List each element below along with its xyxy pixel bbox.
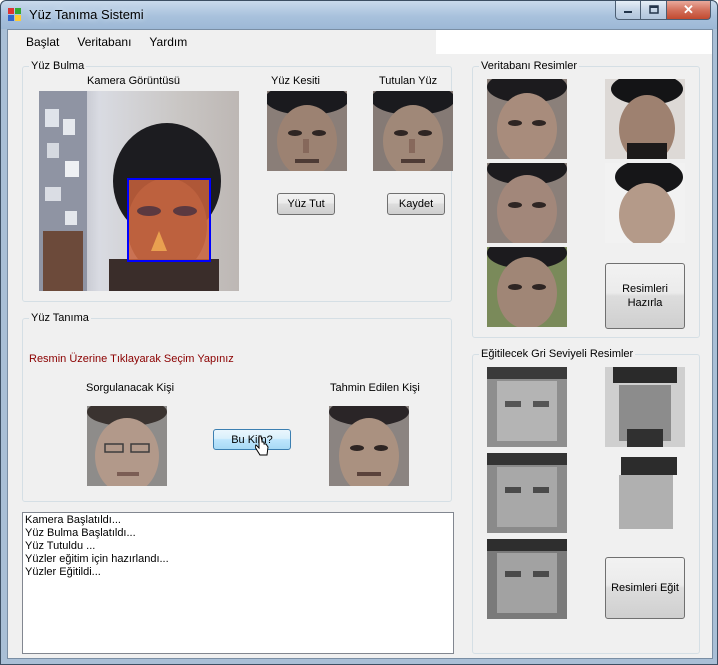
held-face-photo <box>373 91 453 171</box>
train-face-image-4[interactable] <box>605 453 685 533</box>
training-images-group: Eğitilecek Gri Seviyeli Resimler Resimle… <box>472 347 700 654</box>
title-bar[interactable]: Yüz Tanıma Sistemi ✕ <box>1 1 717 29</box>
train-face-photo <box>605 367 685 447</box>
train-face-photo <box>487 453 567 533</box>
caption-buttons: ✕ <box>615 1 711 20</box>
face-slice-image[interactable] <box>267 91 347 171</box>
maximize-button[interactable] <box>641 1 667 20</box>
prepare-images-button-label: Resimleri Hazırla <box>622 283 668 309</box>
log-line: Yüz Tutuldu ... <box>25 540 96 552</box>
grab-face-button[interactable]: Yüz Tut <box>277 193 335 215</box>
train-images-button[interactable]: Resimleri Eğit <box>605 557 685 619</box>
menu-baslat[interactable]: Başlat <box>17 30 68 54</box>
query-person-label: Sorgulanacak Kişi <box>86 382 175 394</box>
app-icon <box>8 8 22 22</box>
db-face-photo <box>605 163 685 243</box>
client-area: Başlat Veritabanı Yardım Yüz Bulma Kamer… <box>7 29 713 659</box>
log-line: Kamera Başlatıldı... <box>25 514 121 526</box>
app-window: Yüz Tanıma Sistemi ✕ Başlat Veritabanı Y… <box>0 0 718 665</box>
face-detection-group: Yüz Bulma Kamera Görüntüsü Yüz Kesiti Tu… <box>22 59 453 302</box>
predicted-person-label: Tahmin Edilen Kişi <box>330 382 420 394</box>
camera-feed[interactable] <box>39 91 239 291</box>
menu-bar: Başlat Veritabanı Yardım <box>8 30 436 54</box>
mouse-cursor-icon <box>255 435 269 456</box>
db-face-image-2[interactable] <box>605 79 685 159</box>
db-face-photo <box>487 79 567 159</box>
face-slice-photo <box>267 91 347 171</box>
face-recognition-group: Yüz Tanıma Resmin Üzerine Tıklayarak Seç… <box>22 311 452 502</box>
face-detection-title: Yüz Bulma <box>29 59 87 73</box>
train-face-image-3[interactable] <box>487 453 567 533</box>
log-line: Yüzler eğitim için hazırlandı... <box>25 553 169 565</box>
database-images-title: Veritabanı Resimler <box>479 59 579 73</box>
held-face-image[interactable] <box>373 91 453 171</box>
face-slice-label: Yüz Kesiti <box>271 75 320 87</box>
log-line: Yüzler Eğitildi... <box>25 566 101 578</box>
db-face-photo <box>605 79 685 159</box>
close-button[interactable]: ✕ <box>667 1 711 20</box>
db-face-photo <box>487 247 567 327</box>
db-face-photo <box>487 163 567 243</box>
db-face-image-1[interactable] <box>487 79 567 159</box>
maximize-icon <box>648 5 659 14</box>
db-face-image-3[interactable] <box>487 163 567 243</box>
minimize-button[interactable] <box>615 1 641 20</box>
menu-bar-blank <box>436 30 712 54</box>
predicted-face-photo <box>329 406 409 486</box>
query-face-photo <box>87 406 167 486</box>
window-title: Yüz Tanıma Sistemi <box>29 7 144 22</box>
face-recognition-title: Yüz Tanıma <box>29 311 91 325</box>
held-face-label: Tutulan Yüz <box>379 75 438 87</box>
close-icon: ✕ <box>683 2 694 17</box>
predicted-face-image[interactable] <box>329 406 409 486</box>
log-line: Yüz Bulma Başlatıldı... <box>25 527 136 539</box>
train-face-image-5[interactable] <box>487 539 567 619</box>
minimize-icon <box>624 11 632 13</box>
prepare-images-button[interactable]: Resimleri Hazırla <box>605 263 685 329</box>
train-face-photo <box>487 539 567 619</box>
menu-yardim[interactable]: Yardım <box>140 30 196 54</box>
who-is-this-button[interactable]: Bu Kim? <box>213 429 291 450</box>
training-images-title: Eğitilecek Gri Seviyeli Resimler <box>479 347 636 361</box>
db-face-image-5[interactable] <box>487 247 567 327</box>
selection-hint: Resmin Üzerine Tıklayarak Seçim Yapınız <box>29 353 234 365</box>
train-face-image-2[interactable] <box>605 367 685 447</box>
query-face-image[interactable] <box>87 406 167 486</box>
camera-label: Kamera Görüntüsü <box>87 75 180 87</box>
log-textbox[interactable]: Kamera Başlatıldı... Yüz Bulma Başlatıld… <box>22 512 454 654</box>
db-face-image-4[interactable] <box>605 163 685 243</box>
train-face-photo <box>487 367 567 447</box>
train-face-photo <box>605 453 685 533</box>
camera-frame <box>39 91 221 291</box>
database-images-group: Veritabanı Resimler Resimleri Hazırla <box>472 59 700 338</box>
menu-veritabani[interactable]: Veritabanı <box>68 30 140 54</box>
save-face-button[interactable]: Kaydet <box>387 193 445 215</box>
train-face-image-1[interactable] <box>487 367 567 447</box>
